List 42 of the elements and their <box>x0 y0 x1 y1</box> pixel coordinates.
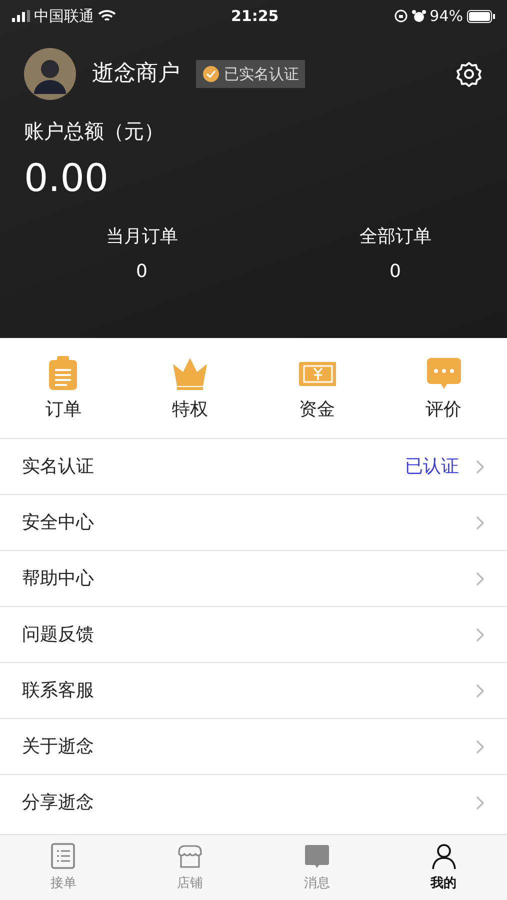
verified-icon <box>202 65 220 83</box>
rotation-lock-icon <box>394 9 408 23</box>
person-icon <box>430 842 458 870</box>
battery-icon <box>467 10 496 22</box>
chevron-icon <box>475 570 485 586</box>
menu-label: 关于逝念 <box>22 735 95 759</box>
menu-value: 已认证 <box>405 455 459 479</box>
battery-percent: 94% <box>430 6 464 27</box>
shortcut-label[interactable]: 订单 <box>45 396 82 422</box>
wifi-icon <box>98 9 116 23</box>
chevron-icon <box>475 514 485 530</box>
alarm-icon <box>412 9 426 23</box>
shortcut-label[interactable]: 资金 <box>298 396 335 422</box>
signal-icon <box>12 10 30 22</box>
status-time: 21:25 <box>230 6 280 27</box>
carrier-name: 中国联通 <box>34 6 94 27</box>
menu-label: 联系客服 <box>22 679 95 703</box>
menu-label: 实名认证 <box>22 455 95 479</box>
verified-badge: 已实名认证 <box>196 60 305 88</box>
chevron-icon <box>475 794 485 810</box>
stat-value: 0 <box>390 260 401 284</box>
settings-button[interactable] <box>455 60 483 88</box>
list-icon <box>49 842 78 870</box>
menu-label: 帮助中心 <box>22 567 95 591</box>
menu-label: 分享逝念 <box>22 791 95 815</box>
shortcut-label[interactable]: 特权 <box>172 396 208 422</box>
shortcut-label[interactable]: 评价 <box>426 396 462 422</box>
balance-amount: 0.00 <box>23 155 110 202</box>
stat-label: 全部订单 <box>359 225 432 249</box>
stat-value: 0 <box>136 260 148 284</box>
chevron-icon <box>475 682 485 698</box>
menu-label: 安全中心 <box>22 511 95 535</box>
chevron-icon <box>475 626 485 642</box>
settings-icon <box>455 60 483 88</box>
merchant-name: 逝念商户 <box>92 60 180 88</box>
balance-label: 账户总额（元） <box>23 118 165 145</box>
chevron-icon <box>475 458 485 474</box>
tab-button[interactable]: 我的 <box>380 835 507 900</box>
avatar <box>24 48 76 100</box>
chevron-icon <box>475 738 485 754</box>
stat-label: 当月订单 <box>106 225 178 249</box>
menu-label: 问题反馈 <box>22 623 95 647</box>
